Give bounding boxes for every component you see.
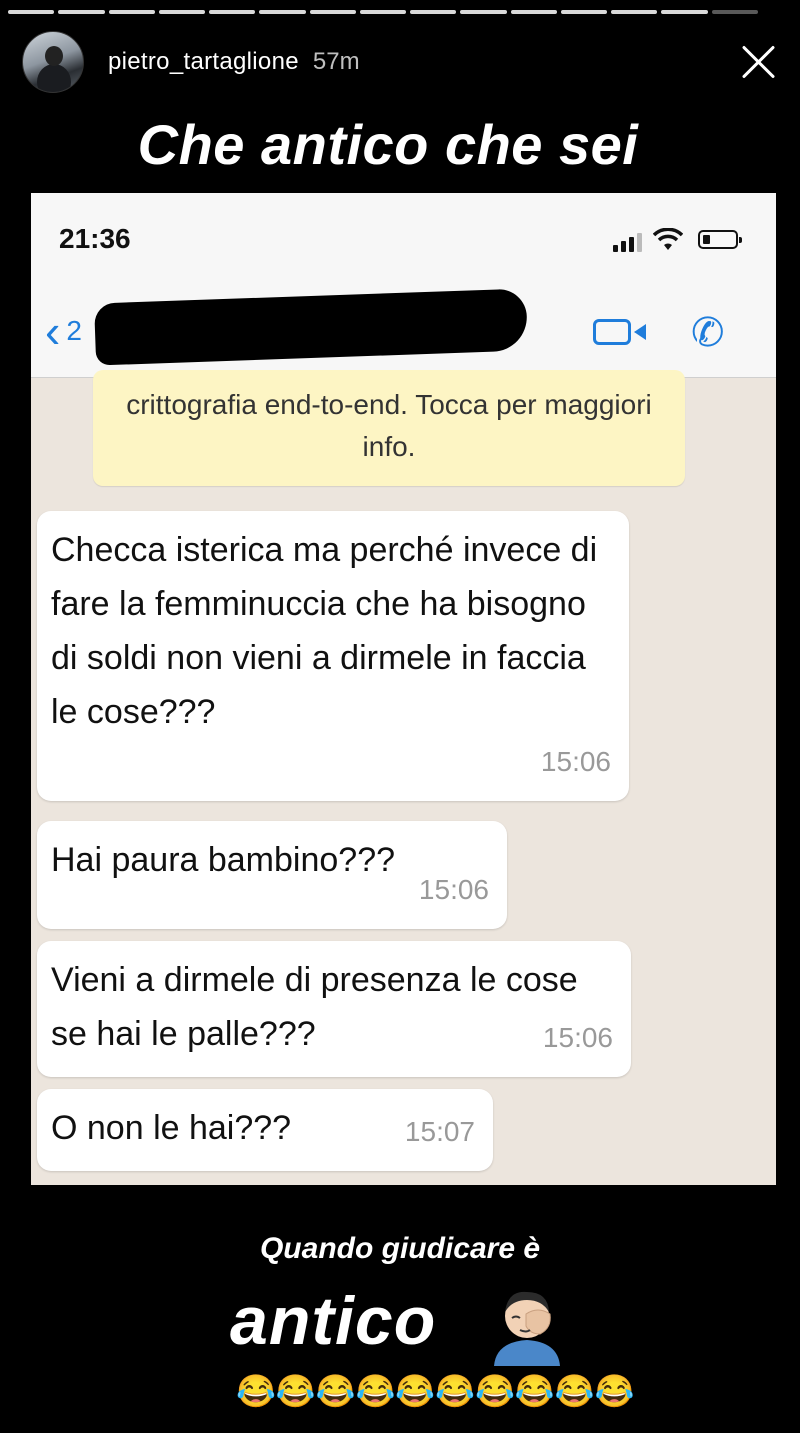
story-header: pietro_tartaglione 57m — [22, 30, 778, 94]
message-time: 15:07 — [404, 1116, 475, 1147]
phone-status-bar: 21:36 — [31, 193, 776, 288]
progress-segment — [309, 10, 356, 14]
progress-segment — [460, 10, 507, 14]
chat-nav-bar: ‹ 2 ✆ — [31, 288, 776, 378]
progress-segment — [560, 10, 608, 14]
progress-segment — [259, 10, 306, 14]
close-icon[interactable] — [738, 42, 778, 82]
chevron-left-icon: ‹ — [45, 305, 61, 357]
message-bubble[interactable]: Vieni a dirmele di presenza le cose se h… — [37, 941, 631, 1077]
message-time: 15:06 — [418, 874, 489, 905]
back-button[interactable]: ‹ 2 — [45, 308, 82, 354]
battery-icon — [698, 230, 742, 249]
story-progress-bar — [8, 10, 758, 14]
story-caption-bottom-line1: Quando giudicare è — [259, 1232, 541, 1265]
laughing-emojis: 😂😂😂😂😂😂😂😂😂😂 — [236, 1373, 635, 1409]
progress-segment — [108, 10, 155, 14]
progress-segment — [8, 10, 55, 14]
phone-call-icon[interactable]: ✆ — [691, 310, 725, 356]
progress-segment — [158, 10, 206, 14]
post-time: 57m — [312, 48, 360, 75]
avatar[interactable] — [22, 31, 84, 93]
message-time: 15:06 — [542, 1022, 613, 1053]
chat-area[interactable]: crittografia end-to-end. Tocca per maggi… — [31, 370, 776, 1185]
encryption-notice[interactable]: crittografia end-to-end. Tocca per maggi… — [93, 370, 685, 486]
progress-segment — [711, 10, 758, 14]
video-call-icon[interactable] — [593, 319, 646, 345]
signal-icon — [613, 233, 642, 252]
status-clock: 21:36 — [59, 223, 131, 254]
unread-count: 2 — [66, 315, 82, 346]
username[interactable]: pietro_tartaglione — [108, 48, 299, 76]
message-bubble[interactable]: O non le hai??? 15:07 — [37, 1089, 493, 1171]
progress-segment — [58, 10, 105, 14]
message-text: Vieni a dirmele di presenza le cose se h… — [51, 961, 578, 1053]
message-time: 15:06 — [540, 746, 611, 777]
progress-segment — [209, 10, 256, 14]
progress-segment — [410, 10, 457, 14]
facepalm-emoji-icon — [494, 1291, 560, 1366]
redacted-contact-name — [94, 288, 528, 366]
message-bubble[interactable]: Checca isterica ma perché invece di fare… — [37, 511, 629, 801]
message-text: Checca isterica ma perché invece di fare… — [51, 531, 598, 731]
progress-segment — [661, 10, 708, 14]
message-bubble[interactable]: Hai paura bambino??? 15:06 — [37, 821, 507, 929]
story-caption-bottom-line2: antico — [230, 1283, 437, 1359]
progress-segment — [510, 10, 557, 14]
progress-segment — [359, 10, 407, 14]
progress-segment — [611, 10, 658, 14]
story-caption-top: Che antico che sei — [137, 113, 639, 176]
chat-screenshot: 21:36 ‹ 2 ✆ crittografia end-to-end. Toc… — [31, 193, 776, 1185]
wifi-icon — [652, 227, 684, 259]
